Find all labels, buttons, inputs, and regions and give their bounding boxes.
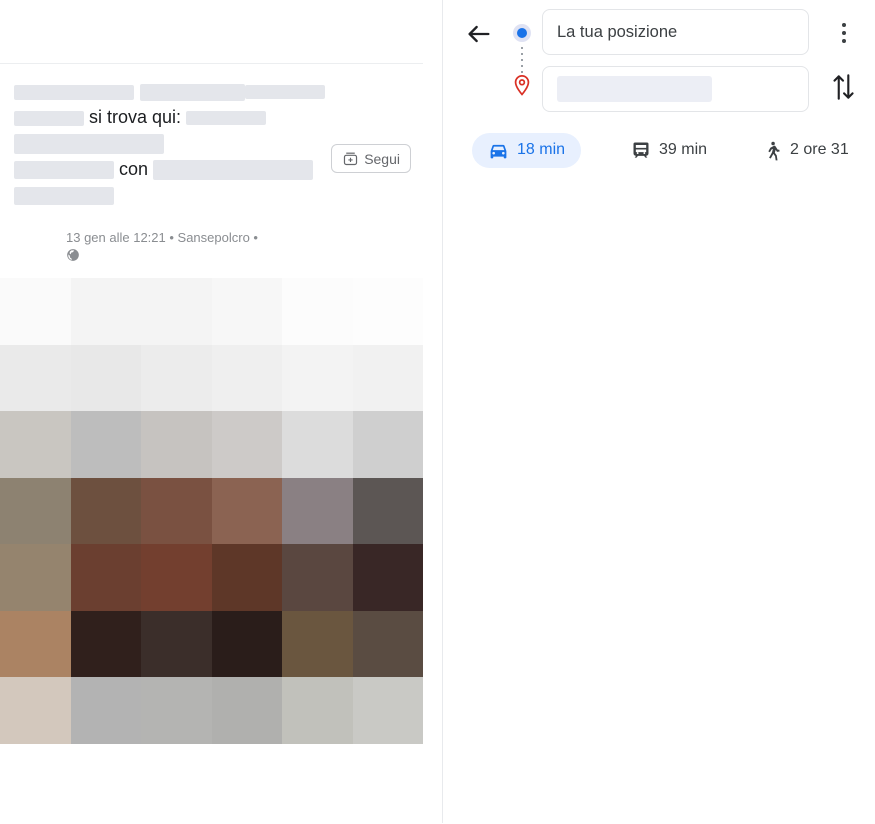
post-line-4: con: [14, 156, 409, 182]
redacted-prefix: [14, 110, 84, 126]
travel-mode-transit[interactable]: 39 min: [615, 133, 723, 167]
train-icon: [631, 140, 651, 160]
kebab-menu-icon[interactable]: [832, 17, 856, 49]
post-phrase-2: con: [119, 159, 149, 179]
travel-mode-tabs: 18 min 39 min 2 ore 31: [443, 126, 875, 174]
destination-pin-icon: [511, 74, 533, 100]
post-line-3: [14, 130, 409, 156]
app-screen: Segui si trova qui: con 13 gen alle 12:2…: [0, 0, 875, 823]
post-text: si trova qui: con: [14, 78, 409, 208]
redacted-dash: [245, 85, 325, 100]
redacted-name-2: [140, 83, 245, 101]
post-line-1: [14, 78, 409, 104]
directions-header: La tua posizione: [443, 0, 875, 125]
panel-bottom-spacer: [0, 744, 423, 823]
social-post-panel: Segui si trova qui: con 13 gen alle 12:2…: [0, 0, 423, 823]
travel-mode-driving[interactable]: 18 min: [472, 132, 582, 168]
post-line-2: si trova qui:: [14, 104, 409, 130]
maps-directions-panel: La tua posizione 18 min 39 min 2 ore 31: [443, 0, 875, 823]
post-photo-pixelated[interactable]: [0, 278, 423, 744]
travel-mode-driving-label: 18 min: [517, 141, 566, 158]
redacted-with: [14, 161, 114, 180]
origin-input[interactable]: La tua posizione: [542, 9, 809, 55]
post-card: Segui si trova qui: con 13 gen alle 12:2…: [0, 63, 423, 280]
post-meta: 13 gen alle 12:21 • Sansepolcro •: [66, 229, 258, 262]
redacted-tail: [14, 187, 114, 206]
post-timestamp-location: 13 gen alle 12:21 • Sansepolcro •: [66, 230, 258, 245]
origin-input-value: La tua posizione: [557, 22, 678, 41]
travel-mode-walking-label: 2 ore 31: [790, 141, 849, 158]
walk-icon: [762, 139, 782, 161]
post-phrase-1: si trova qui:: [89, 107, 182, 127]
redacted-suffix: [186, 111, 267, 126]
car-icon: [488, 140, 509, 161]
destination-input[interactable]: [542, 66, 809, 112]
globe-icon: [66, 248, 80, 262]
post-line-5: [14, 182, 409, 208]
current-location-dot-icon: [513, 24, 531, 42]
redacted-name: [14, 84, 134, 100]
pixel-mosaic: [0, 278, 423, 744]
panel-top-spacer: [0, 0, 423, 63]
travel-mode-transit-label: 39 min: [659, 141, 708, 158]
swap-vertical-icon[interactable]: [829, 70, 857, 106]
route-connector-dots: [521, 47, 523, 73]
redacted-friend: [153, 160, 314, 181]
destination-input-value-redacted: [557, 76, 712, 102]
travel-mode-walking[interactable]: 2 ore 31: [746, 132, 865, 168]
back-arrow-icon[interactable]: [465, 20, 493, 48]
redacted-place: [14, 134, 164, 155]
